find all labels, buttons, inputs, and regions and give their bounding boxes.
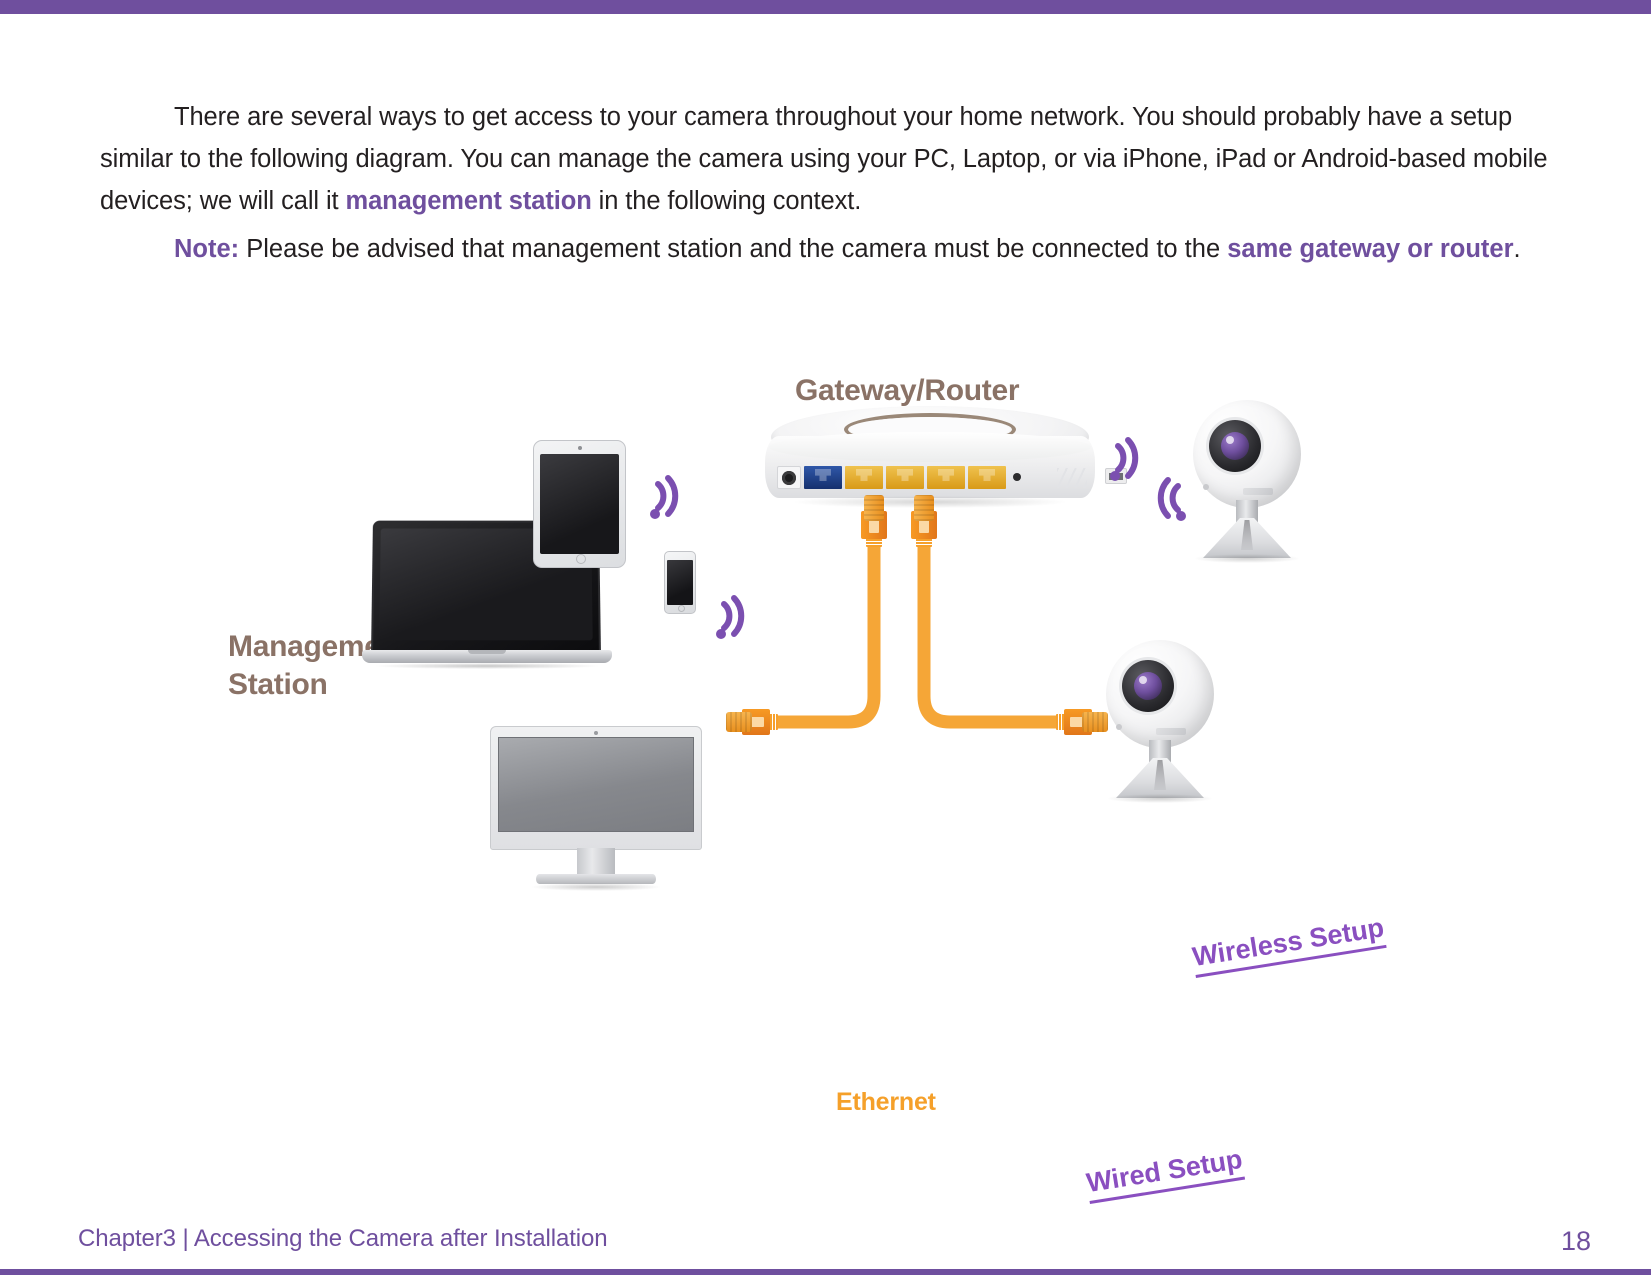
footer-page-number: 18 [1561, 1226, 1591, 1257]
footer-accent-bar [0, 1269, 1651, 1275]
rj45-strain-boot [864, 495, 884, 521]
rj45-strain-boot [1082, 712, 1108, 732]
network-topology-diagram: Gateway/Router Management Station Ethern… [0, 330, 1651, 930]
rj45-connector-wired-camera [1056, 709, 1108, 735]
ethernet-cable-to-wired-camera [924, 528, 1072, 722]
intro-paragraph: There are several ways to get access to … [100, 96, 1565, 240]
ethernet-label: Ethernet [836, 1088, 936, 1117]
rj45-connector-router-right [911, 495, 937, 547]
rj45-connector-management-station [726, 709, 778, 735]
ethernet-cable-to-management-station [760, 528, 874, 722]
same-gateway-emphasis: same gateway or router [1227, 235, 1513, 263]
management-station-emphasis: management station [346, 187, 592, 215]
wired-setup-label: Wired Setup [1084, 1144, 1245, 1204]
rj45-connector-router-left [861, 495, 887, 547]
note-paragraph: Note: Please be advised that management … [100, 228, 1565, 270]
note-text-part1: Please be advised that management statio… [239, 235, 1227, 263]
intro-text-part2: in the following context. [592, 187, 862, 215]
footer-chapter-text: Chapter3 | Accessing the Camera after In… [78, 1225, 608, 1253]
rj45-strain-boot [914, 495, 934, 521]
note-label: Note: [174, 235, 239, 263]
wifi-signal-camera-in [1144, 470, 1188, 526]
rj45-strain-boot [726, 712, 752, 732]
wifi-signal-phone [714, 588, 758, 644]
note-text-part2: . [1514, 235, 1521, 263]
ethernet-cable-group [0, 330, 1651, 930]
top-accent-bar [0, 0, 1651, 14]
wifi-signal-tablet [648, 468, 692, 524]
